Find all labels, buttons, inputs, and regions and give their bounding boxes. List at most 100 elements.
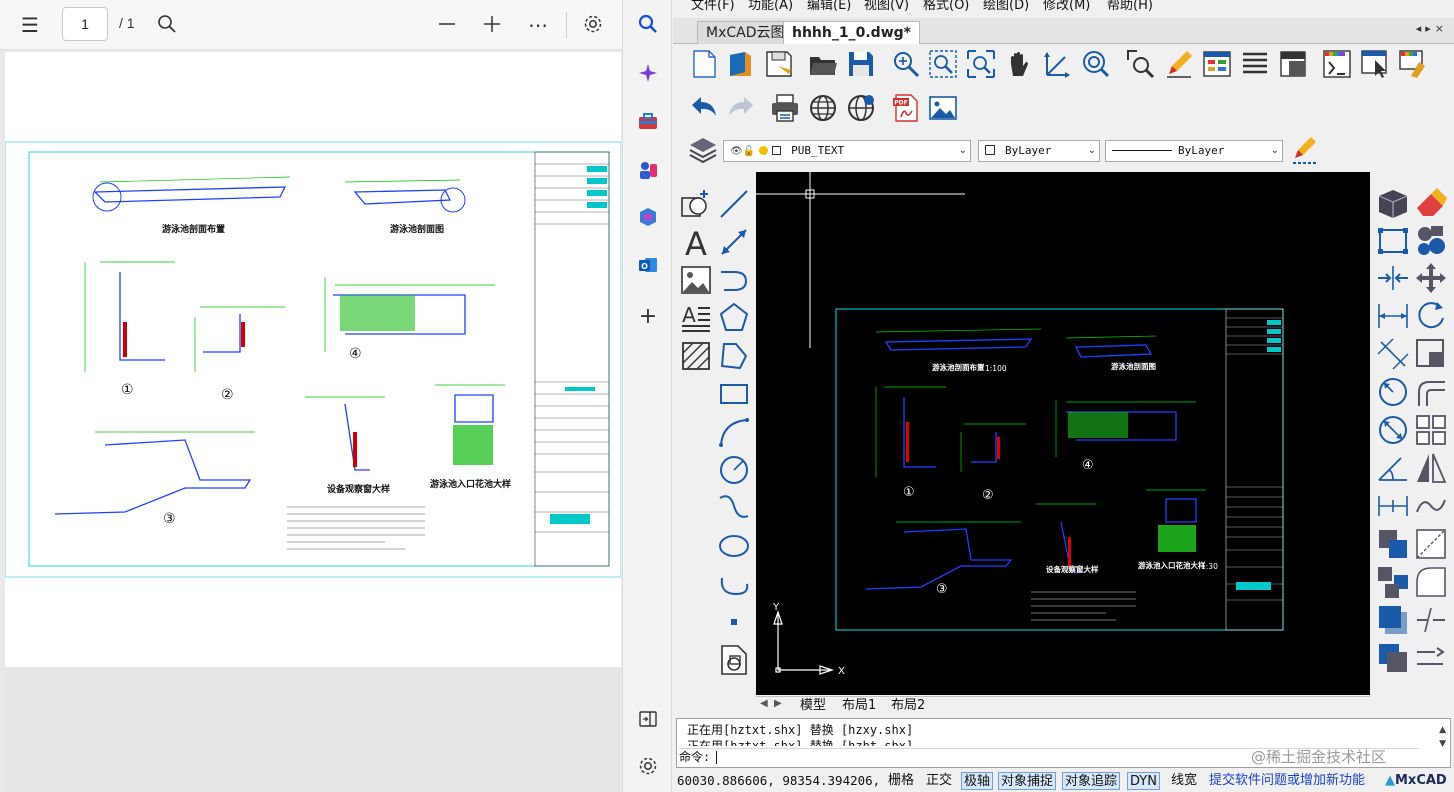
select-pointer-icon[interactable] [1359, 48, 1391, 80]
mirror-icon[interactable] [1413, 450, 1449, 486]
multiline-text-icon[interactable]: A [678, 300, 714, 336]
layer-manager-icon[interactable] [1321, 48, 1353, 80]
find-text-icon[interactable] [1125, 48, 1157, 80]
tab-layout2[interactable]: 布局2 [891, 697, 925, 715]
ellipse-arc-icon[interactable] [716, 566, 752, 602]
linetype-select[interactable]: ByLayer ⌄ [1105, 140, 1283, 162]
zoom-window-icon[interactable] [927, 48, 959, 80]
3d-box-icon[interactable] [1375, 184, 1411, 220]
overlap-blocks-icon[interactable] [1375, 602, 1411, 638]
redo-icon[interactable] [725, 92, 757, 124]
block-icon[interactable] [1277, 48, 1309, 80]
menu-view[interactable]: 视图(V) [864, 0, 909, 13]
save-as-icon[interactable] [763, 48, 795, 80]
copilot-icon[interactable] [636, 62, 660, 86]
ucs-axis-icon[interactable] [1041, 48, 1073, 80]
table-of-contents-icon[interactable]: ☰ [18, 13, 42, 37]
zoom-in-icon[interactable] [480, 13, 504, 37]
print-icon[interactable] [769, 92, 801, 124]
export-image-icon[interactable] [927, 92, 959, 124]
add-icon[interactable]: + [636, 305, 660, 329]
aligned-dim-tool-icon[interactable] [1375, 336, 1411, 372]
tab-model[interactable]: 模型 [800, 697, 826, 715]
offset-icon[interactable] [1413, 488, 1449, 524]
split-screen-icon[interactable] [636, 708, 660, 732]
toggle-dyn[interactable]: DYN [1127, 772, 1160, 790]
menu-function[interactable]: 功能(A) [748, 0, 793, 13]
continue-dimension-icon[interactable] [1375, 488, 1411, 524]
image-icon[interactable] [678, 262, 714, 298]
list-icon[interactable] [1239, 48, 1271, 80]
properties-panel-icon[interactable] [1201, 48, 1233, 80]
tools-icon[interactable] [636, 110, 660, 134]
irregular-polygon-icon[interactable] [716, 338, 752, 374]
open-template-icon[interactable] [725, 48, 757, 80]
tab-layout1[interactable]: 布局1 [842, 697, 876, 715]
insert-block-icon[interactable] [678, 186, 714, 222]
globe-publish-icon[interactable] [845, 92, 877, 124]
scale-icon[interactable] [1413, 336, 1449, 372]
toggle-object-snap[interactable]: 对象捕捉 [998, 772, 1057, 790]
globe-web-icon[interactable] [807, 92, 839, 124]
circle-icon[interactable] [716, 452, 752, 488]
zoom-previous-icon[interactable] [1079, 48, 1111, 80]
open-folder-icon[interactable] [807, 48, 839, 80]
extend-icon[interactable] [1413, 640, 1449, 676]
zoom-out-icon[interactable] [435, 13, 459, 37]
layer-select[interactable]: 👁🔓 PUB_TEXT ⌄ [723, 140, 971, 162]
tab-scroll-right-icon[interactable]: ▶ [774, 698, 782, 709]
office-icon[interactable] [636, 206, 660, 230]
array-icon[interactable] [1413, 412, 1449, 448]
break-line-icon[interactable] [1413, 602, 1449, 638]
toggle-lineweight[interactable]: 线宽 [1171, 772, 1197, 790]
layers-stack-icon[interactable] [687, 134, 719, 166]
point-icon[interactable] [716, 604, 752, 640]
rotate-icon[interactable] [1413, 298, 1449, 334]
menu-format[interactable]: 格式(O) [923, 0, 969, 13]
hatch-icon[interactable] [678, 338, 714, 374]
spline-icon[interactable] [716, 490, 752, 526]
arc-icon[interactable] [716, 414, 752, 450]
color-select[interactable]: ByLayer ⌄ [978, 140, 1100, 162]
fillet-icon[interactable] [1413, 374, 1449, 410]
tab-controls[interactable]: ◂▸× [1416, 22, 1448, 35]
save-icon[interactable] [845, 48, 877, 80]
search-icon[interactable] [636, 13, 660, 37]
group-icon[interactable] [1375, 564, 1411, 600]
settings-icon[interactable] [581, 13, 605, 37]
more-options-icon[interactable]: ⋯ [526, 13, 550, 37]
eraser-icon[interactable] [1413, 184, 1449, 220]
move-icon[interactable] [1413, 260, 1449, 296]
tab-hhhh-dwg[interactable]: hhhh_1_0.dwg* [783, 21, 920, 44]
settings-icon[interactable] [636, 755, 660, 779]
match-properties-icon[interactable] [1397, 48, 1429, 80]
stack-blocks-icon[interactable] [1375, 640, 1411, 676]
menu-draw[interactable]: 绘图(D) [983, 0, 1029, 13]
search-icon[interactable] [155, 13, 179, 37]
aligned-dimension-icon[interactable] [716, 224, 752, 260]
menu-modify[interactable]: 修改(M) [1043, 0, 1090, 13]
page-number-input[interactable]: 1 [62, 7, 108, 41]
tab-mxcad-cloud[interactable]: MxCAD云图 [697, 21, 794, 44]
pencil-edit-icon[interactable] [1163, 48, 1195, 80]
stretch-icon[interactable] [1375, 260, 1411, 296]
line-icon[interactable] [716, 186, 752, 222]
polyline-arc-icon[interactable] [716, 262, 752, 298]
linewidth-pencil-icon[interactable] [1289, 134, 1321, 166]
diameter-dimension-icon[interactable] [1375, 412, 1411, 448]
menu-edit[interactable]: 编辑(E) [807, 0, 851, 13]
pan-hand-icon[interactable] [1003, 48, 1035, 80]
chamfer-icon[interactable] [1413, 526, 1449, 562]
toggle-polar[interactable]: 极轴 [961, 772, 994, 790]
polygon-icon[interactable] [716, 300, 752, 336]
copy-shapes-icon[interactable] [1413, 222, 1449, 258]
radius-dimension-icon[interactable] [1375, 374, 1411, 410]
ellipse-icon[interactable] [716, 528, 752, 564]
zoom-realtime-icon[interactable] [890, 48, 922, 80]
layer-copy-icon[interactable] [1375, 526, 1411, 562]
menu-help[interactable]: 帮助(H) [1107, 0, 1153, 13]
rectangle-icon[interactable] [716, 376, 752, 412]
menu-file[interactable]: 文件(F) [691, 0, 735, 13]
text-icon[interactable]: A [678, 224, 714, 263]
toggle-object-track[interactable]: 对象追踪 [1062, 772, 1121, 790]
